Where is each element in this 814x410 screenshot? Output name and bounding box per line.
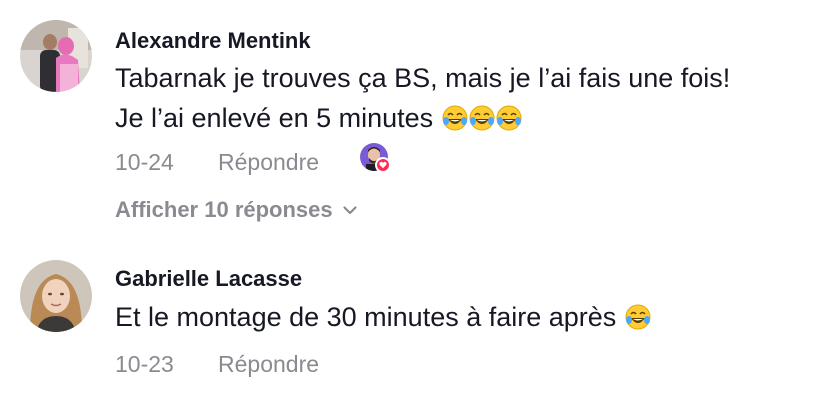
chevron-down-icon <box>343 206 357 215</box>
view-replies-button[interactable]: Afficher 10 réponses <box>115 197 357 223</box>
comment-meta: 10-23 Répondre <box>115 351 319 378</box>
comment-text-line: Tabarnak je trouves ça BS, mais je l’ai … <box>115 63 731 93</box>
avatar-photo-icon <box>20 260 92 332</box>
creator-liked-indicator <box>360 143 391 173</box>
comment-date: 10-23 <box>115 351 174 377</box>
reply-button[interactable]: Répondre <box>218 149 319 176</box>
laughing-tears-emoji-icon <box>496 105 522 131</box>
comment-text-line: Et le montage de 30 minutes à faire aprè… <box>115 297 805 337</box>
comment-text: Et le montage de 30 minutes à faire aprè… <box>115 297 805 337</box>
comment-author[interactable]: Gabrielle Lacasse <box>115 266 302 292</box>
comment-meta: 10-24 Répondre <box>115 143 391 176</box>
heart-icon <box>375 157 391 173</box>
comment-item: Alexandre Mentink Tabarnak je trouves ça… <box>0 0 814 240</box>
comment-text: Tabarnak je trouves ça BS, mais je l’ai … <box>115 58 805 138</box>
comment-text-line-2: Je l’ai enlevé en 5 minutes <box>115 98 805 138</box>
avatar-photo-icon <box>20 20 92 92</box>
comment-text-content: Je l’ai enlevé en 5 minutes <box>115 103 434 133</box>
avatar[interactable] <box>20 20 92 92</box>
comment-item: Gabrielle Lacasse Et le montage de 30 mi… <box>0 240 814 410</box>
avatar[interactable] <box>20 260 92 332</box>
comment-date: 10-24 <box>115 149 174 175</box>
comment-author[interactable]: Alexandre Mentink <box>115 28 311 54</box>
comment-text-content: Et le montage de 30 minutes à faire aprè… <box>115 302 617 332</box>
laughing-tears-emoji-icon <box>442 105 468 131</box>
view-replies-label: Afficher 10 réponses <box>115 197 333 222</box>
laughing-tears-emoji-icon <box>625 304 651 330</box>
reply-button[interactable]: Répondre <box>218 351 319 378</box>
laughing-tears-emoji-icon <box>469 105 495 131</box>
